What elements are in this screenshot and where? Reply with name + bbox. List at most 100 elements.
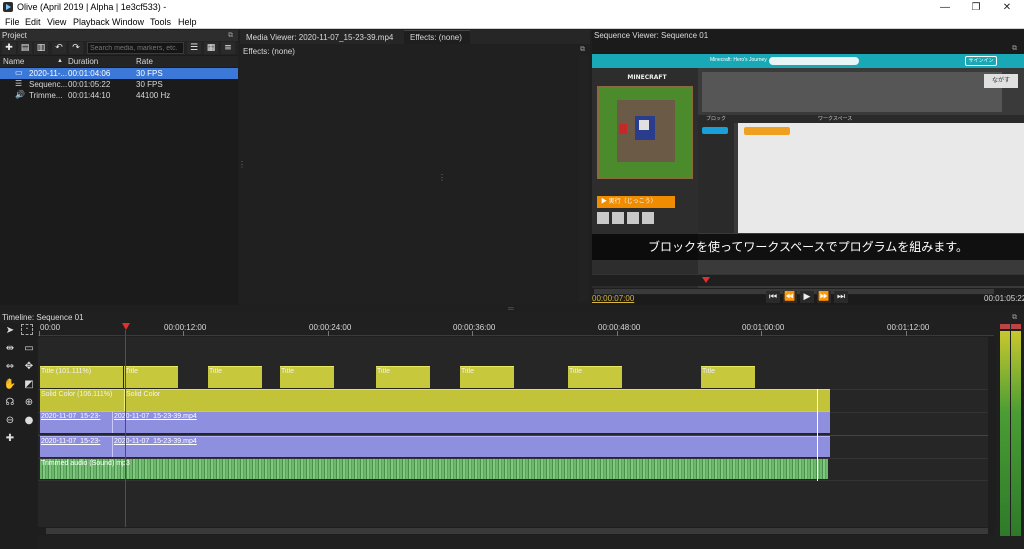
menu-edit[interactable]: Edit: [25, 17, 41, 27]
project-row[interactable]: ☰ Sequenc... 00:01:05:22 30 FPS: [0, 79, 238, 90]
title-clip[interactable]: Title: [568, 366, 622, 388]
record-icon[interactable]: ●: [21, 414, 37, 428]
row-duration: 00:01:04:06: [68, 69, 111, 78]
grid-view-icon[interactable]: ▦: [204, 42, 218, 54]
pointer-tool-icon[interactable]: ➤: [2, 324, 18, 338]
panel-float-icon[interactable]: ⧉: [1008, 44, 1021, 53]
menu-playback[interactable]: Playback: [73, 17, 110, 27]
row-rate: 30 FPS: [136, 69, 163, 78]
go-to-end-icon[interactable]: ⏭: [834, 291, 848, 303]
panel-float-icon[interactable]: ⧉: [1008, 313, 1021, 322]
close-button[interactable]: ✕: [992, 0, 1022, 15]
timeline-tracks[interactable]: Title (101.111%) Title Title Title Title…: [38, 323, 994, 530]
timeline-vertical-scrollbar[interactable]: [988, 337, 996, 527]
timeline-scrollbar[interactable]: [38, 527, 994, 535]
panel-float-icon[interactable]: ⧉: [576, 45, 589, 54]
video-instructions: [702, 72, 1002, 112]
video-subtitle: ブロックを使ってワークスペースでプログラムを組みます。: [592, 234, 1024, 260]
sort-arrow-icon: ▲: [57, 58, 63, 64]
ripple-tool-icon[interactable]: ⇹: [2, 342, 18, 356]
open-file-icon[interactable]: ▥: [34, 42, 48, 54]
title-clip[interactable]: Title: [460, 366, 514, 388]
timeline-title: Timeline: Sequence 01: [0, 312, 1024, 323]
undo-icon[interactable]: ↶: [52, 42, 66, 54]
ruler-tick: [472, 331, 473, 336]
row-duration: 00:01:05:22: [68, 80, 111, 89]
video-tab-strip: ブロック ワークスペース: [698, 115, 1024, 123]
redo-icon[interactable]: ↷: [69, 42, 83, 54]
slip-tool-icon[interactable]: ✥: [21, 360, 37, 374]
splitter-handle[interactable]: ⋮: [238, 160, 246, 169]
add-track-icon[interactable]: ✚: [2, 432, 18, 446]
playhead-line[interactable]: [125, 330, 126, 530]
fast-forward-icon[interactable]: ⏩: [817, 291, 831, 303]
video-clip[interactable]: 2020-11-07_15-23-39.mp4: [112, 411, 830, 433]
column-rate[interactable]: Rate: [136, 57, 153, 66]
add-icon[interactable]: ✚: [2, 42, 16, 54]
playhead-icon[interactable]: [122, 323, 130, 330]
timeline-toolbar: ➤ · ⇹ ▭ ⇔ ✥ ✋ ◩ ☊ ⊕ ⊖ ● ✚: [0, 323, 38, 549]
tree-view-icon[interactable]: ≡: [221, 42, 235, 54]
razor-tool-icon[interactable]: ⇔: [2, 360, 18, 374]
project-row[interactable]: ▭ 2020-11-... 00:01:04:06 30 FPS: [0, 68, 238, 79]
video-cancel-button: ながす: [984, 74, 1018, 88]
title-clip[interactable]: Title: [376, 366, 430, 388]
splitter-handle[interactable]: ⋮: [438, 173, 446, 182]
zoom-out-icon[interactable]: ⊖: [2, 414, 18, 428]
maximize-button[interactable]: ❐: [961, 0, 991, 15]
ruler-label: 00:00:12:00: [164, 323, 207, 332]
ruler-label: 00:00:24:00: [309, 323, 352, 332]
new-file-icon[interactable]: ▤: [18, 42, 32, 54]
panel-float-icon[interactable]: ⧉: [224, 31, 237, 40]
scrollbar[interactable]: [579, 55, 588, 302]
title-clip[interactable]: Title: [280, 366, 334, 388]
window-title: Olive (April 2019 | Alpha | 1e3cf533) -: [17, 2, 167, 12]
menu-view[interactable]: View: [47, 17, 66, 27]
play-icon[interactable]: ▶: [800, 291, 814, 303]
go-to-start-icon[interactable]: ⏮: [766, 291, 780, 303]
marquee-tool-icon[interactable]: ·: [21, 324, 33, 335]
viewer-end-time: 00:01:05:22: [984, 294, 1024, 303]
column-duration[interactable]: Duration: [68, 57, 98, 66]
title-clip[interactable]: Title: [124, 366, 178, 388]
video-frame[interactable]: Minecraft: Hero's Journey サインイン MINECRAF…: [592, 54, 1024, 289]
ruler-tick: [183, 331, 184, 336]
title-clip[interactable]: Title: [208, 366, 262, 388]
ruler-tick: [328, 331, 329, 336]
video-clip[interactable]: 2020-11-07_15-23-39.mp4: [112, 436, 830, 457]
menu-help[interactable]: Help: [178, 17, 197, 27]
column-name[interactable]: Name: [3, 57, 24, 66]
tab-media-viewer[interactable]: Media Viewer: 2020-11-07_15-23-39.mp4: [246, 33, 393, 42]
rewind-icon[interactable]: ⏪: [783, 291, 797, 303]
sequence-icon: ☰: [15, 79, 23, 88]
viewer-current-time[interactable]: 00:00:07:00: [592, 294, 634, 303]
search-input[interactable]: [87, 42, 184, 54]
headphones-icon[interactable]: ☊: [2, 396, 18, 410]
audio-clip[interactable]: Trimmed audio (Sound) mp3: [40, 459, 828, 479]
title-clip[interactable]: Title (101.111%): [40, 366, 123, 388]
menu-window[interactable]: Window: [112, 17, 144, 27]
rolling-tool-icon[interactable]: ▭: [21, 342, 37, 356]
solid-color-clip[interactable]: Solid Color: [124, 389, 830, 411]
hand-tool-icon[interactable]: ✋: [2, 378, 18, 392]
menu-tools[interactable]: Tools: [150, 17, 171, 27]
viewer-playhead-icon[interactable]: [702, 277, 710, 283]
project-row[interactable]: 🔊 Trimme... 00:01:44:10 44100 Hz: [0, 90, 238, 101]
row-rate: 30 FPS: [136, 80, 163, 89]
row-name: 2020-11-...: [29, 69, 68, 78]
minimize-button[interactable]: —: [930, 0, 960, 15]
transition-tool-icon[interactable]: ◩: [21, 378, 37, 392]
tab-effects[interactable]: Effects: (none): [404, 30, 470, 44]
ruler-label: 00:00: [40, 323, 61, 332]
solid-color-clip[interactable]: Solid Color (106.111%): [40, 389, 124, 411]
menu-file[interactable]: File: [5, 17, 20, 27]
timeline-ruler[interactable]: 00:00 00:00:12:00 00:00:24:00 00:00:36:0…: [38, 323, 994, 336]
video-clip[interactable]: 2020-11-07_15-23-: [40, 411, 112, 433]
list-view-icon[interactable]: ☰: [187, 42, 201, 54]
video-app-header: Minecraft: Hero's Journey サインイン: [592, 54, 1024, 68]
video-clip[interactable]: 2020-11-07_15-23-: [40, 436, 112, 457]
title-clip[interactable]: Title: [701, 366, 755, 388]
minecraft-map: [597, 86, 693, 179]
viewer-ruler[interactable]: [592, 274, 1024, 286]
zoom-in-icon[interactable]: ⊕: [21, 396, 37, 410]
